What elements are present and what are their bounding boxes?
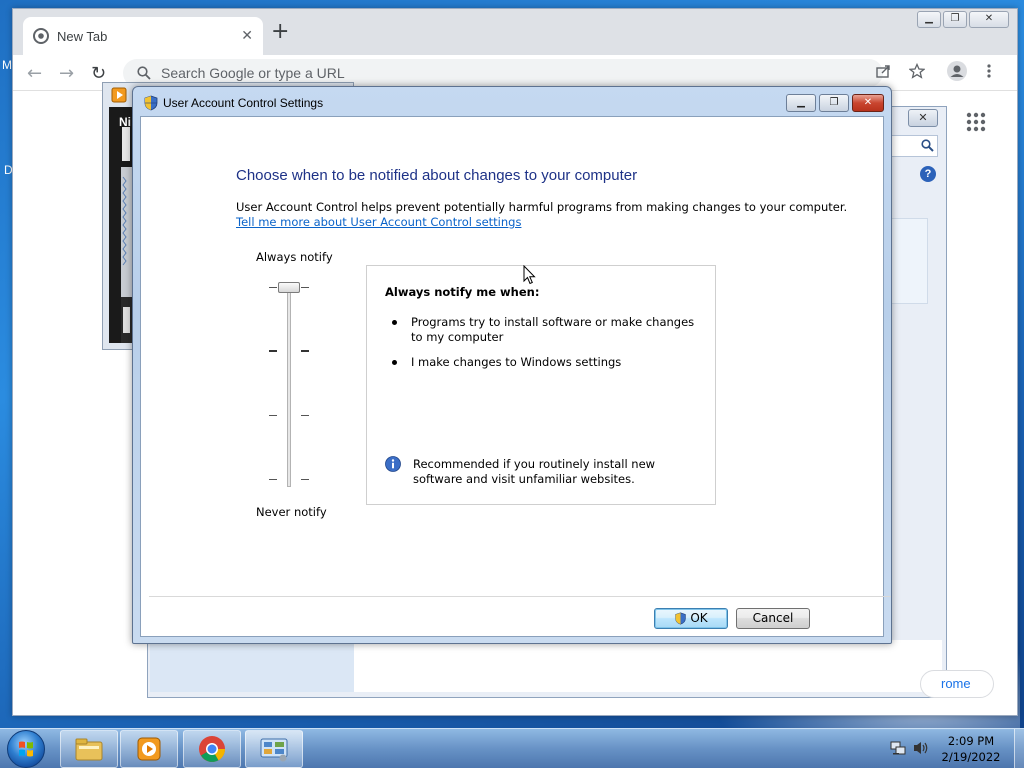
tab-close-icon[interactable]: ✕ [241, 28, 253, 44]
back-icon[interactable]: ← [27, 63, 42, 84]
bullet-icon [392, 360, 397, 365]
search-icon [921, 139, 934, 152]
share-icon[interactable] [875, 63, 891, 79]
ok-button-label: OK [690, 611, 708, 625]
mouse-cursor-icon [523, 265, 537, 285]
bullet-icon [392, 320, 397, 325]
notification-level-slider[interactable] [287, 283, 291, 487]
slider-top-label: Always notify [256, 250, 333, 264]
forward-icon[interactable]: → [59, 63, 74, 84]
star-icon[interactable] [909, 63, 925, 79]
desktop-icon-label[interactable]: M [2, 58, 12, 72]
uac-title-bar[interactable]: User Account Control Settings ▁ ❐ ✕ [133, 87, 891, 115]
windows-logo-icon [19, 741, 33, 757]
learn-more-link[interactable]: Tell me more about User Account Control … [236, 215, 521, 229]
control-panel-icon [260, 738, 288, 762]
close-button[interactable]: ✕ [969, 11, 1009, 28]
control-panel-close-button[interactable]: ✕ [908, 109, 938, 127]
control-panel-nav-pane [150, 640, 354, 692]
media-player-video: Ni [109, 107, 133, 343]
slider-tick [269, 350, 277, 352]
taskbar-chrome-button[interactable] [183, 730, 241, 768]
folder-icon [75, 738, 103, 761]
control-panel-content [354, 640, 942, 692]
ok-button[interactable]: OK [654, 608, 728, 629]
slider-tick [301, 415, 309, 416]
list-item: I make changes to Windows settings [411, 355, 622, 369]
slider-tick [301, 287, 309, 288]
uac-window-title: User Account Control Settings [163, 96, 324, 110]
uac-settings-window: User Account Control Settings ▁ ❐ ✕ Choo… [132, 86, 892, 644]
taskbar-media-player-button[interactable] [120, 730, 178, 768]
start-button[interactable] [7, 730, 45, 768]
slider-bottom-label: Never notify [256, 505, 327, 519]
tab-title: New Tab [57, 28, 108, 44]
control-panel-content-panel [890, 218, 928, 304]
media-player-icon [111, 87, 127, 103]
minimize-button[interactable]: ▁ [917, 11, 941, 28]
new-tab-button[interactable]: + [271, 21, 289, 43]
uac-shield-icon [143, 95, 159, 111]
info-heading: Always notify me when: [385, 285, 540, 299]
clock-date[interactable]: 2/19/2022 [930, 749, 1012, 765]
search-icon [137, 66, 151, 80]
cancel-button[interactable]: Cancel [736, 608, 810, 629]
show-desktop-button[interactable] [1014, 729, 1024, 768]
restore-button[interactable]: ❐ [943, 11, 967, 28]
uac-maximize-button[interactable]: ❐ [819, 94, 849, 112]
slider-tick [269, 479, 277, 480]
slider-tick [269, 415, 277, 416]
clock-time[interactable]: 2:09 PM [930, 733, 1012, 749]
uac-close-button[interactable]: ✕ [852, 94, 884, 112]
uac-description: User Account Control helps prevent poten… [236, 200, 848, 214]
info-icon [385, 456, 401, 472]
list-item: Programs try to install software or make… [411, 315, 695, 344]
media-player-icon [137, 737, 161, 761]
recommendation-text: Recommended if you routinely install new… [413, 457, 656, 486]
help-icon[interactable]: ? [920, 166, 936, 182]
taskbar-control-panel-button[interactable] [245, 730, 303, 768]
network-icon[interactable] [890, 740, 906, 756]
chrome-logo-icon [33, 28, 49, 44]
slider-tick [301, 479, 309, 480]
slider-tick [301, 350, 309, 352]
uac-content-area: Choose when to be notified about changes… [140, 116, 891, 637]
divider [149, 596, 891, 597]
notification-description-box: Always notify me when: Programs try to i… [366, 265, 716, 505]
reload-icon[interactable]: ↻ [91, 63, 106, 84]
profile-icon[interactable] [947, 61, 967, 81]
uac-minimize-button[interactable]: ▁ [786, 94, 816, 112]
chrome-promo-button[interactable]: rome [920, 670, 994, 698]
tab-new-tab[interactable]: New Tab ✕ [23, 17, 263, 55]
slider-tick [269, 287, 277, 288]
desktop: { "desktop": { "edge_letters": ["M", "D"… [0, 0, 1024, 768]
page-title: Choose when to be notified about changes… [236, 167, 638, 184]
taskbar-explorer-button[interactable] [60, 730, 118, 768]
chrome-logo-icon [199, 736, 226, 762]
uac-shield-icon [675, 612, 687, 625]
volume-icon[interactable] [912, 740, 930, 756]
menu-icon[interactable] [987, 64, 991, 78]
omnibox-placeholder: Search Google or type a URL [161, 65, 345, 81]
apps-grid-icon[interactable] [966, 112, 986, 132]
slider-thumb[interactable] [278, 282, 300, 293]
